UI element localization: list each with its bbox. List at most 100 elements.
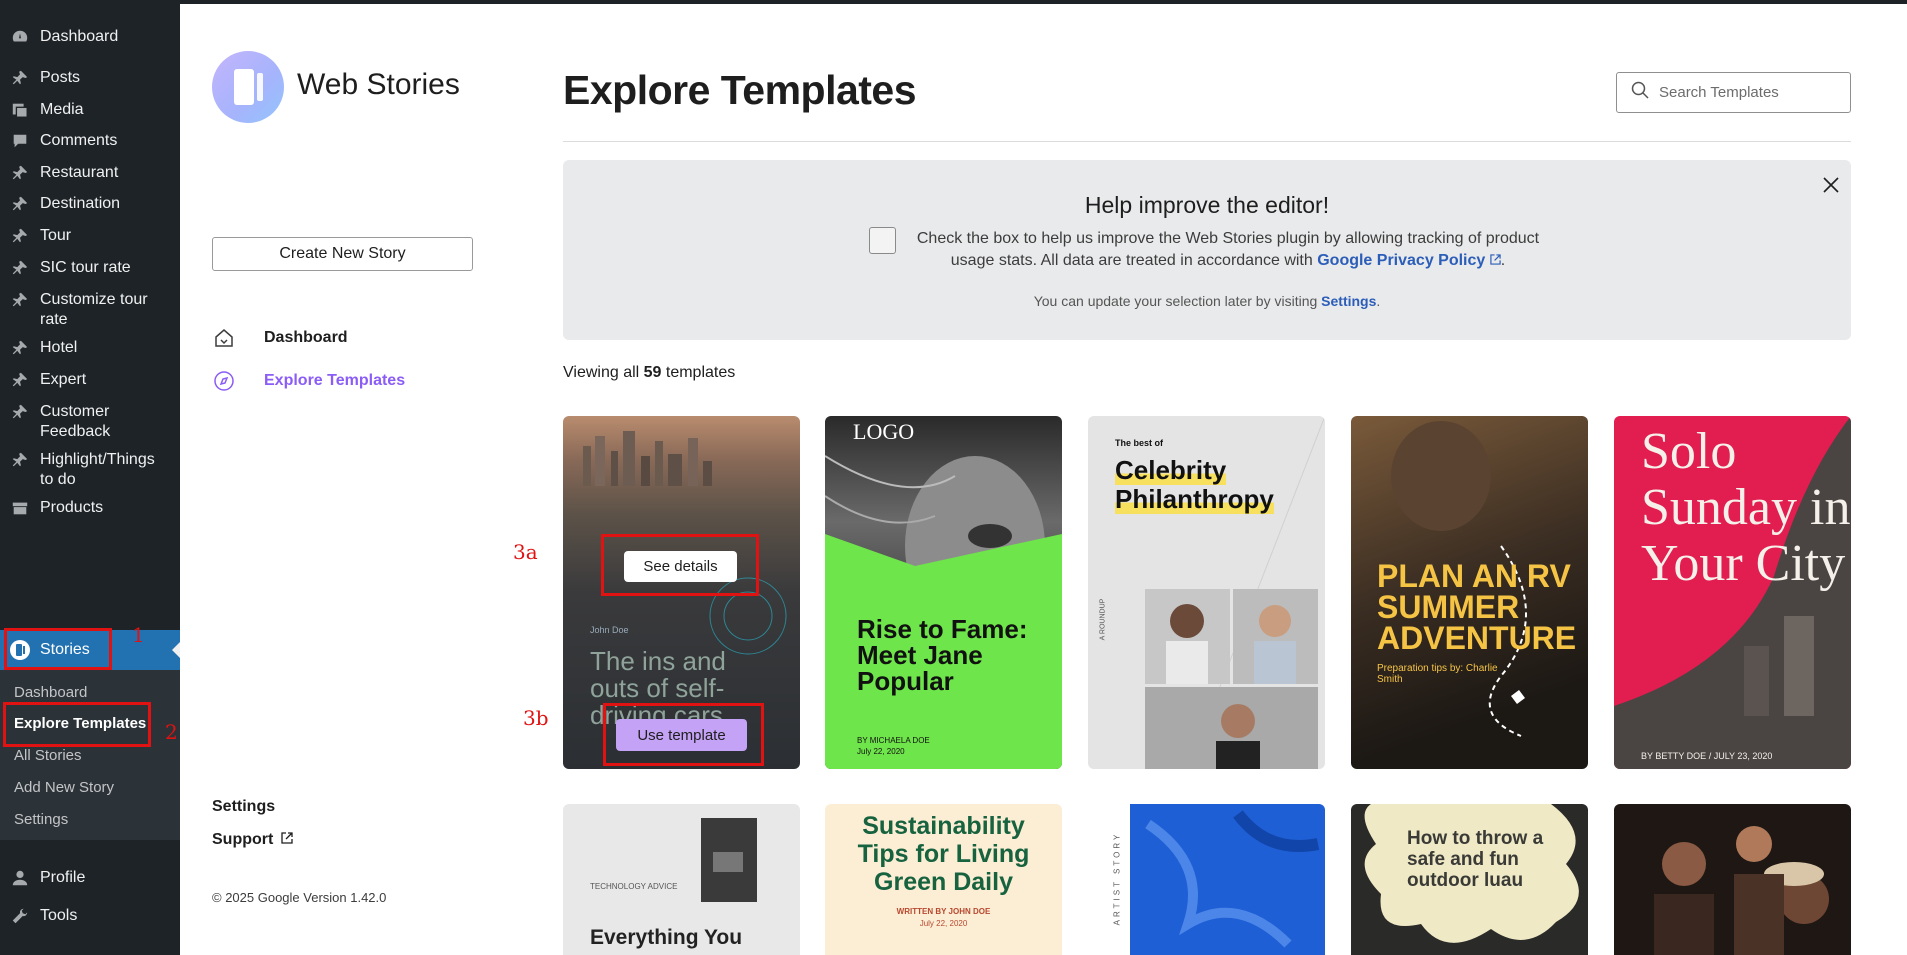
template-author: John Doe (590, 625, 629, 635)
template-title: The ins and outs of self-driving cars (590, 646, 726, 730)
wrench-icon (0, 906, 40, 926)
template-card[interactable]: TECHNOLOGY ADVICE Everything You (563, 804, 800, 955)
search-input[interactable] (1659, 84, 1839, 101)
wp-menu-label: Stories (40, 641, 90, 658)
template-card[interactable]: John Doe The ins and outs of self-drivin… (563, 416, 800, 769)
pin-icon (0, 450, 40, 470)
wp-menu-customer-feedback[interactable]: Customer Feedback (0, 402, 180, 442)
user-icon (0, 868, 40, 888)
template-card[interactable]: Sustainability Tips for Living Green Dai… (825, 804, 1062, 955)
tracking-checkbox[interactable] (869, 227, 896, 254)
wp-menu-label: Profile (40, 869, 86, 886)
wp-menu-restaurant[interactable]: Restaurant (0, 163, 180, 183)
create-new-story-button[interactable]: Create New Story (212, 237, 473, 271)
template-title-line1: Celebrity (1115, 455, 1227, 485)
banner-description: Check the box to help us improve the Web… (903, 228, 1553, 272)
wp-menu-posts[interactable]: Posts (0, 68, 180, 88)
template-card[interactable]: The best of Celebrity Philanthropy A ROU… (1088, 416, 1325, 769)
annotation-label-3a: 3a (513, 540, 538, 564)
submenu-dashboard[interactable]: Dashboard (14, 684, 87, 701)
pin-icon (0, 338, 40, 358)
web-stories-title: Web Stories (297, 68, 460, 101)
wp-menu-media[interactable]: Media (0, 100, 180, 120)
wp-menu-sic-tour-rate[interactable]: SIC tour rate (0, 258, 180, 278)
gauge-icon (0, 27, 40, 47)
template-card[interactable] (1614, 804, 1851, 955)
wp-menu-profile[interactable]: Profile (0, 868, 180, 888)
wp-menu-customize-tour-rate[interactable]: Customize tour rate (0, 290, 180, 330)
annotation-label-1: 1 (132, 623, 145, 647)
template-date: July 22, 2020 (857, 747, 905, 756)
template-title: Solo Sunday in Your City (1641, 423, 1851, 592)
blue-paint-image (1130, 804, 1325, 955)
wp-menu-label: Restaurant (40, 164, 119, 181)
wp-menu-label: Expert (40, 371, 87, 388)
nav-dashboard[interactable]: Dashboard (212, 326, 348, 350)
home-icon (212, 326, 236, 350)
wp-menu-label: Highlight/Things to do (40, 451, 155, 488)
wp-menu-stories[interactable]: Stories (0, 630, 180, 670)
pin-icon (0, 258, 40, 278)
wp-menu-products[interactable]: Products (0, 498, 180, 518)
comment-icon (0, 131, 40, 151)
template-side-label: A ROUNDUP (1099, 598, 1107, 641)
template-kicker: TECHNOLOGY ADVICE (590, 882, 678, 891)
footer-support-link[interactable]: Support (212, 831, 293, 849)
wp-menu-dashboard[interactable]: Dashboard (0, 27, 180, 47)
template-title: Everything You (590, 926, 743, 949)
wp-menu-label: Dashboard (40, 28, 119, 45)
wp-menu-highlight[interactable]: Highlight/Things to do (0, 450, 180, 490)
use-template-button[interactable]: Use template (616, 719, 747, 751)
template-card[interactable]: Solo Sunday in Your City BY BETTY DOE / … (1614, 416, 1851, 769)
nav-explore-templates[interactable]: Explore Templates (212, 369, 405, 393)
wp-menu-expert[interactable]: Expert (0, 370, 180, 390)
header-divider (563, 141, 1851, 142)
wp-menu-comments[interactable]: Comments (0, 131, 180, 151)
template-card[interactable]: ARTIST STORY (1088, 804, 1325, 955)
submenu-settings[interactable]: Settings (14, 811, 68, 828)
settings-link[interactable]: Settings (1321, 293, 1376, 309)
wp-menu-tour[interactable]: Tour (0, 226, 180, 246)
wp-menu-tools[interactable]: Tools (0, 906, 180, 926)
template-title: Sustainability Tips for Living Green Dai… (857, 812, 1030, 896)
privacy-policy-link[interactable]: Google Privacy Policy (1317, 252, 1485, 269)
external-link-icon (281, 831, 293, 849)
wp-menu-label: Products (40, 499, 104, 516)
wp-menu-label: Hotel (40, 339, 78, 356)
media-icon (0, 100, 40, 120)
template-card[interactable]: How to throw a safe and fun outdoor luau (1351, 804, 1588, 955)
help-improve-banner: Help improve the editor! Check the box t… (563, 160, 1851, 340)
search-icon (1631, 81, 1649, 104)
footer-settings-link[interactable]: Settings (212, 798, 275, 816)
banner-title: Help improve the editor! (1084, 192, 1330, 218)
viewing-prefix: Viewing all (563, 364, 644, 381)
template-card[interactable]: LOGO Rise to Fame: Meet Jane Popular BY … (825, 416, 1062, 769)
archive-icon (0, 498, 40, 518)
close-icon[interactable] (1821, 175, 1841, 195)
wp-menu-destination[interactable]: Destination (0, 194, 180, 214)
annotation-label-2: 2 (165, 720, 178, 744)
template-title: PLAN AN RV SUMMER ADVENTURE (1377, 558, 1577, 656)
viewing-count: Viewing all 59 templates (563, 364, 735, 382)
wp-menu-label: Tour (40, 227, 72, 244)
template-byline: BY MICHAELA DOE (857, 736, 930, 745)
viewing-suffix: templates (661, 364, 736, 381)
pin-icon (0, 370, 40, 390)
wp-menu-hotel[interactable]: Hotel (0, 338, 180, 358)
page-title: Explore Templates (563, 67, 917, 113)
search-box[interactable] (1616, 72, 1851, 113)
stories-submenu: Dashboard Explore Templates All Stories … (0, 670, 180, 840)
banner-subtext: You can update your selection later by v… (563, 293, 1851, 309)
active-indicator (172, 642, 180, 658)
pin-icon (0, 226, 40, 246)
web-stories-logo (212, 51, 284, 123)
submenu-add-new-story[interactable]: Add New Story (14, 779, 114, 796)
template-side-label: ARTIST STORY (1112, 831, 1122, 926)
see-details-button[interactable]: See details (624, 551, 737, 582)
submenu-explore-templates[interactable]: Explore Templates (14, 715, 146, 732)
submenu-all-stories[interactable]: All Stories (14, 747, 82, 764)
copyright-text: © 2025 Google Version 1.42.0 (212, 890, 387, 905)
compass-icon (212, 369, 236, 393)
template-card[interactable]: PLAN AN RV SUMMER ADVENTURE Preparation … (1351, 416, 1588, 769)
template-date: July 22, 2020 (919, 919, 968, 928)
